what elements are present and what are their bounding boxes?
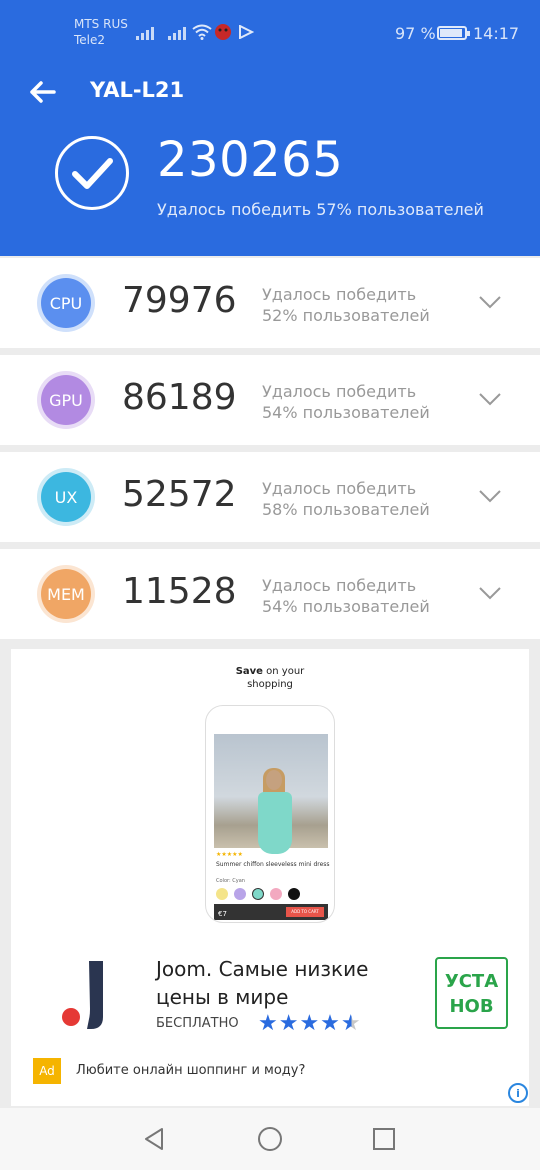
- joom-logo-icon: [62, 961, 103, 1029]
- status-bar: MTS RUS Tele2 97 % 14:17: [0, 0, 540, 64]
- checkmark-icon: [55, 136, 129, 210]
- ad-product-photo: [214, 734, 328, 854]
- ux-description-line1: Удалось победить: [262, 479, 417, 498]
- page-title: YAL-L21: [90, 78, 185, 102]
- ad-color-swatches: [216, 888, 300, 900]
- gpu-badge: GPU: [37, 371, 95, 429]
- ad-rating-stars: ★★★★★: [258, 1011, 362, 1036]
- ux-score: 52572: [122, 474, 237, 515]
- header: MTS RUS Tele2 97 % 14:17 YAL-L21 230265 …: [0, 0, 540, 256]
- ad-footer-text: Любите онлайн шоппинг и моду?: [76, 1063, 306, 1078]
- total-score-description: Удалось победить 57% пользователей: [157, 200, 484, 219]
- carrier-2: Tele2: [74, 33, 106, 47]
- mem-badge: MEM: [37, 565, 95, 623]
- chevron-down-icon[interactable]: [476, 579, 504, 607]
- battery-icon: [437, 26, 470, 40]
- gpu-description-line2: 54% пользователей: [262, 403, 430, 422]
- ad-app-title[interactable]: Joom. Самые низкие цены в мире: [156, 955, 426, 1011]
- ad-product-stars: ★★★★★: [216, 851, 243, 858]
- cpu-description-line2: 52% пользователей: [262, 306, 430, 325]
- cpu-description: Удалось победить 52% пользователей: [262, 284, 430, 326]
- mem-description-line1: Удалось победить: [262, 576, 417, 595]
- signal-icon: [168, 24, 186, 40]
- ad-headline-line2: shopping: [247, 679, 293, 690]
- mem-score: 11528: [122, 571, 237, 612]
- notification-icon: [215, 24, 231, 40]
- ad-product-name: Summer chiffon sleeveless mini dress: [216, 861, 330, 868]
- signal-icon: [136, 24, 154, 40]
- mem-label: MEM: [41, 569, 91, 619]
- ad-product-price: €7: [218, 910, 227, 918]
- ad-headline-bold: Save: [235, 666, 263, 677]
- back-triangle-icon[interactable]: [140, 1125, 168, 1153]
- score-card-mem[interactable]: MEM 11528 Удалось победить 54% пользоват…: [0, 549, 540, 639]
- battery-percent: 97 %: [395, 24, 436, 43]
- chevron-down-icon[interactable]: [476, 482, 504, 510]
- ux-label: UX: [41, 472, 91, 522]
- ad-headline: Save on your shopping: [11, 665, 529, 691]
- back-button[interactable]: [22, 72, 62, 112]
- install-button-label: УСТА НОВ: [444, 971, 499, 1017]
- ad-add-to-cart: ADD TO CART: [286, 907, 324, 917]
- install-button[interactable]: УСТА НОВ: [435, 957, 508, 1029]
- ux-description: Удалось победить 58% пользователей: [262, 478, 430, 520]
- ad-phone-mockup: ★★★★★ Summer chiffon sleeveless mini dre…: [205, 705, 335, 923]
- wifi-icon: [192, 24, 212, 40]
- system-nav-bar: [0, 1108, 540, 1170]
- cpu-description-line1: Удалось победить: [262, 285, 417, 304]
- clock: 14:17: [473, 24, 520, 43]
- score-card-cpu[interactable]: CPU 79976 Удалось победить 52% пользоват…: [0, 258, 540, 348]
- gpu-description-line1: Удалось победить: [262, 382, 417, 401]
- play-icon: [239, 25, 254, 39]
- chevron-down-icon[interactable]: [476, 385, 504, 413]
- ad-badge: Ad: [33, 1058, 61, 1084]
- chevron-down-icon[interactable]: [476, 288, 504, 316]
- mem-description: Удалось победить 54% пользователей: [262, 575, 430, 617]
- gpu-label: GPU: [41, 375, 91, 425]
- gpu-description: Удалось победить 54% пользователей: [262, 381, 430, 423]
- ad-product-bar: €7 ADD TO CART: [214, 904, 328, 920]
- ux-description-line2: 58% пользователей: [262, 500, 430, 519]
- ux-badge: UX: [37, 468, 95, 526]
- gpu-score: 86189: [122, 377, 237, 418]
- ad-banner[interactable]: Save on your shopping ★★★★★ Summer chiff…: [11, 649, 529, 1106]
- ad-headline-rest: on your: [262, 666, 305, 677]
- home-circle-icon[interactable]: [256, 1125, 284, 1153]
- score-card-ux[interactable]: UX 52572 Удалось победить 58% пользовате…: [0, 452, 540, 542]
- cpu-score: 79976: [122, 280, 237, 321]
- cpu-badge: CPU: [37, 274, 95, 332]
- ad-price: БЕСПЛАТНО: [156, 1016, 239, 1031]
- score-card-gpu[interactable]: GPU 86189 Удалось победить 54% пользоват…: [0, 355, 540, 445]
- carrier-1: MTS RUS: [74, 17, 128, 31]
- info-icon[interactable]: i: [508, 1083, 528, 1103]
- cpu-label: CPU: [41, 278, 91, 328]
- arrow-left-icon: [30, 81, 56, 103]
- recents-square-icon[interactable]: [370, 1125, 398, 1153]
- ad-product-color: Color: Cyan: [216, 878, 245, 884]
- carrier-names: MTS RUS Tele2: [74, 16, 128, 48]
- total-score: 230265: [157, 132, 344, 188]
- mem-description-line2: 54% пользователей: [262, 597, 430, 616]
